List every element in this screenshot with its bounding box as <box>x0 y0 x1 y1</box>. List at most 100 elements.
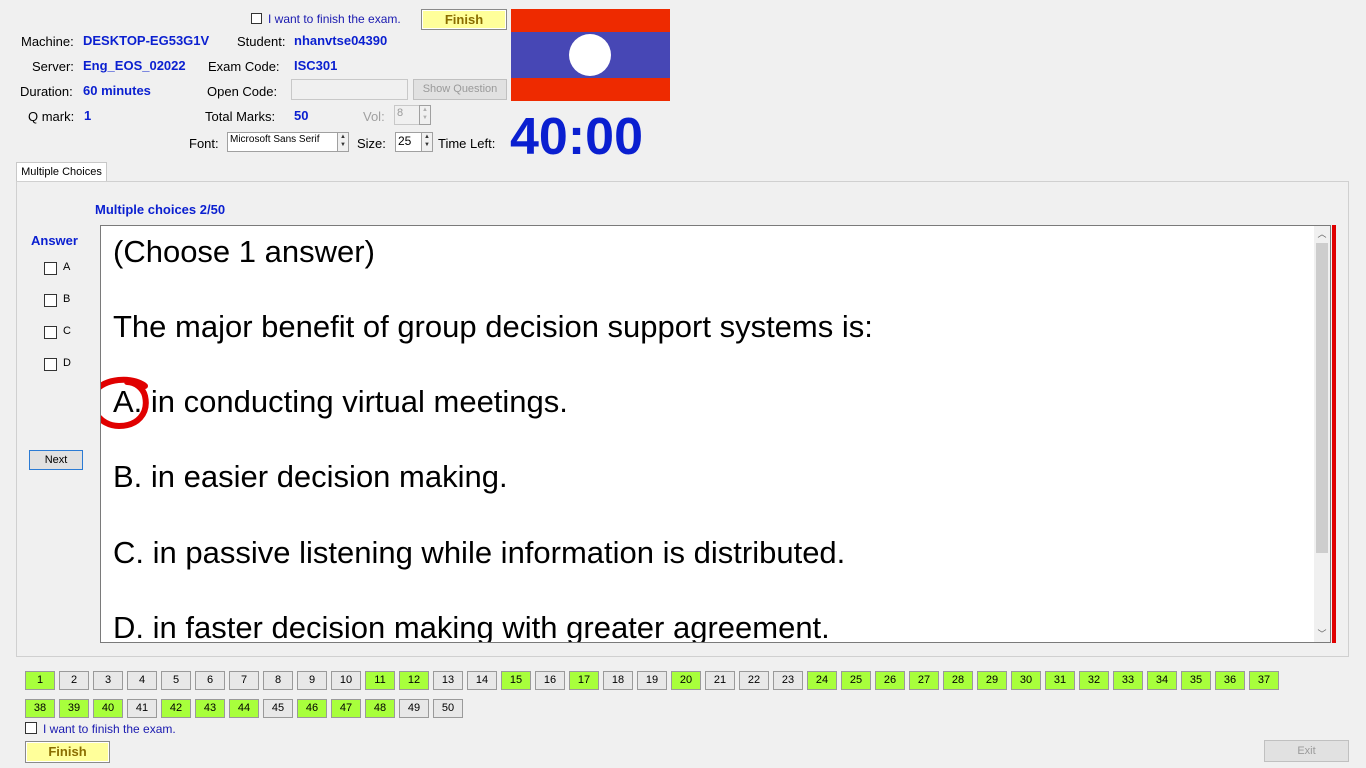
question-nav-button[interactable]: 30 <box>1011 671 1041 690</box>
scroll-down-arrow-icon[interactable]: ﹀ <box>1314 626 1330 642</box>
font-label: Font: <box>189 136 219 151</box>
question-nav-button[interactable]: 27 <box>909 671 939 690</box>
size-label: Size: <box>357 136 386 151</box>
flag-image <box>511 9 670 101</box>
question-nav-button[interactable]: 45 <box>263 699 293 718</box>
question-counter: Multiple choices 2/50 <box>95 202 226 217</box>
finish-checkbox-top[interactable] <box>251 13 262 24</box>
question-nav-button[interactable]: 49 <box>399 699 429 718</box>
question-nav-button[interactable]: 41 <box>127 699 157 718</box>
server-label: Server: <box>32 59 74 74</box>
question-nav-button[interactable]: 16 <box>535 671 565 690</box>
question-nav-button[interactable]: 29 <box>977 671 1007 690</box>
question-nav-button[interactable]: 13 <box>433 671 463 690</box>
question-nav-button[interactable]: 34 <box>1147 671 1177 690</box>
question-instruction: (Choose 1 answer) <box>113 234 375 269</box>
question-nav-button[interactable]: 44 <box>229 699 259 718</box>
question-nav-button[interactable]: 50 <box>433 699 463 718</box>
finish-checkbox-label-bottom[interactable]: I want to finish the exam. <box>43 722 176 736</box>
question-nav-button[interactable]: 48 <box>365 699 395 718</box>
answer-checkbox-b[interactable] <box>44 294 57 307</box>
finish-checkbox-label-top[interactable]: I want to finish the exam. <box>268 12 401 26</box>
total-marks-value: 50 <box>294 108 309 123</box>
question-nav-button[interactable]: 37 <box>1249 671 1279 690</box>
next-button[interactable]: Next <box>29 450 83 470</box>
question-nav-button[interactable]: 4 <box>127 671 157 690</box>
duration-label: Duration: <box>20 84 73 99</box>
question-nav-button[interactable]: 2 <box>59 671 89 690</box>
question-nav-button[interactable]: 39 <box>59 699 89 718</box>
question-nav-button[interactable]: 24 <box>807 671 837 690</box>
finish-checkbox-bottom[interactable] <box>25 722 37 734</box>
machine-label: Machine: <box>21 34 74 49</box>
exit-button[interactable]: Exit <box>1264 740 1349 762</box>
finish-button-bottom[interactable]: Finish <box>25 741 110 763</box>
question-nav-button[interactable]: 1 <box>25 671 55 690</box>
question-nav-button[interactable]: 3 <box>93 671 123 690</box>
question-nav-button[interactable]: 28 <box>943 671 973 690</box>
question-nav-button[interactable]: 18 <box>603 671 633 690</box>
option-b-text: B. in easier decision making. <box>113 459 508 494</box>
vol-input[interactable]: 8 <box>394 105 422 125</box>
exam-code-label: Exam Code: <box>208 59 280 74</box>
question-nav-button[interactable]: 42 <box>161 699 191 718</box>
vol-spinner[interactable]: ▲ ▼ <box>419 105 431 125</box>
question-nav-button[interactable]: 14 <box>467 671 497 690</box>
answer-label-b[interactable]: B <box>63 293 70 305</box>
answer-checkbox-d[interactable] <box>44 358 57 371</box>
question-nav-button[interactable]: 7 <box>229 671 259 690</box>
question-nav-button[interactable]: 19 <box>637 671 667 690</box>
question-nav-button[interactable]: 17 <box>569 671 599 690</box>
question-nav-button[interactable]: 15 <box>501 671 531 690</box>
question-nav-button[interactable]: 40 <box>93 699 123 718</box>
question-nav-button[interactable]: 9 <box>297 671 327 690</box>
question-nav-button[interactable]: 35 <box>1181 671 1211 690</box>
finish-button-top[interactable]: Finish <box>421 9 507 30</box>
question-stem: The major benefit of group decision supp… <box>113 309 873 344</box>
question-nav-button[interactable]: 6 <box>195 671 225 690</box>
exam-code-value: ISC301 <box>294 58 338 73</box>
open-code-input[interactable] <box>291 79 408 100</box>
question-nav-button[interactable]: 46 <box>297 699 327 718</box>
font-select[interactable]: Microsoft Sans Serif <box>227 132 345 152</box>
question-nav-button[interactable]: 33 <box>1113 671 1143 690</box>
answer-checkbox-a[interactable] <box>44 262 57 275</box>
size-input[interactable]: 25 <box>395 132 423 152</box>
duration-value: 60 minutes <box>83 83 151 98</box>
vol-label: Vol: <box>363 109 385 124</box>
question-nav-button[interactable]: 32 <box>1079 671 1109 690</box>
question-nav-button[interactable]: 22 <box>739 671 769 690</box>
question-nav-button[interactable]: 12 <box>399 671 429 690</box>
question-nav-button[interactable]: 31 <box>1045 671 1075 690</box>
laos-flag-icon <box>511 9 670 101</box>
question-nav-button[interactable]: 10 <box>331 671 361 690</box>
answer-checkbox-c[interactable] <box>44 326 57 339</box>
answer-label-c[interactable]: C <box>63 325 71 337</box>
question-nav-button[interactable]: 36 <box>1215 671 1245 690</box>
size-spinner[interactable]: ▲ ▼ <box>421 132 433 152</box>
question-nav-button[interactable]: 21 <box>705 671 735 690</box>
question-text-box[interactable]: (Choose 1 answer) The major benefit of g… <box>100 225 1331 643</box>
question-scrollbar[interactable]: ︿ ﹀ <box>1314 226 1330 642</box>
font-spinner[interactable]: ▲ ▼ <box>337 132 349 152</box>
question-nav-button[interactable]: 23 <box>773 671 803 690</box>
show-question-button[interactable]: Show Question <box>413 79 507 100</box>
tab-multiple-choices[interactable]: Multiple Choices <box>16 162 107 182</box>
question-nav-button[interactable]: 38 <box>25 699 55 718</box>
question-nav-button[interactable]: 43 <box>195 699 225 718</box>
question-nav-button[interactable]: 25 <box>841 671 871 690</box>
question-nav-button[interactable]: 5 <box>161 671 191 690</box>
time-left-value: 40:00 <box>510 108 643 166</box>
question-nav-button[interactable]: 8 <box>263 671 293 690</box>
question-nav-button[interactable]: 47 <box>331 699 361 718</box>
scroll-thumb[interactable] <box>1316 243 1328 553</box>
option-a-text: A. in conducting virtual meetings. <box>113 384 568 419</box>
answer-label-a[interactable]: A <box>63 261 70 273</box>
answer-label-d[interactable]: D <box>63 357 71 369</box>
question-nav-button[interactable]: 11 <box>365 671 395 690</box>
question-nav-button[interactable]: 26 <box>875 671 905 690</box>
scroll-up-arrow-icon[interactable]: ︿ <box>1314 226 1330 242</box>
question-nav-button[interactable]: 20 <box>671 671 701 690</box>
option-c-text: C. in passive listening while informatio… <box>113 535 846 570</box>
qmark-value: 1 <box>84 108 92 123</box>
